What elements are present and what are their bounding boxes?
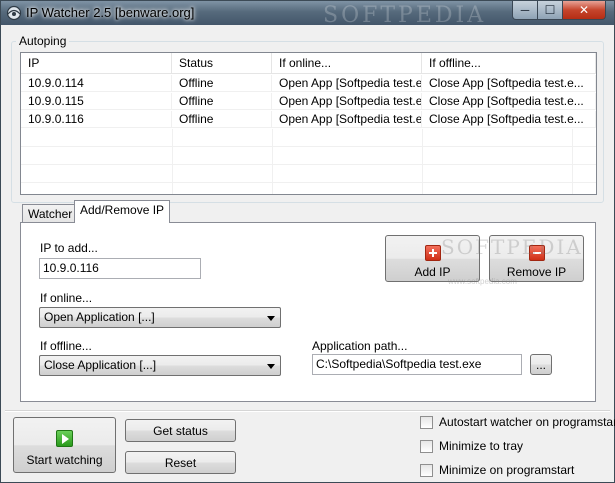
start-watching-button[interactable]: Start watching — [13, 417, 116, 473]
ip-list[interactable]: IP Status If online... If offline... 10.… — [20, 52, 597, 195]
ip-input[interactable]: 10.9.0.116 — [39, 258, 201, 279]
tab-add-remove-ip[interactable]: Add/Remove IP — [74, 200, 171, 223]
if-online-value: Open Application [...] — [44, 310, 155, 324]
divider — [5, 410, 610, 412]
app-window: IP Watcher 2.5 [benware.org] SOFTPEDIA ─… — [0, 0, 615, 483]
browse-button[interactable]: ... — [530, 354, 552, 375]
minimize-button[interactable]: ─ — [512, 1, 538, 20]
get-status-button[interactable]: Get status — [125, 419, 236, 442]
watermark: SOFTPEDIA — [323, 3, 487, 28]
reset-button[interactable]: Reset — [125, 451, 236, 474]
minimize-to-tray-checkbox-box[interactable] — [420, 439, 433, 453]
ip-to-add-label: IP to add... — [40, 241, 98, 255]
close-button[interactable]: ✕ — [562, 1, 606, 20]
minimize-to-tray-label: Minimize to tray — [439, 439, 524, 453]
chevron-down-icon — [267, 316, 275, 321]
application-path-label: Application path... — [312, 339, 408, 353]
maximize-button[interactable]: ☐ — [537, 1, 563, 20]
minimize-on-start-checkbox[interactable]: Minimize on programstart — [420, 463, 574, 477]
autostart-checkbox-box[interactable] — [420, 415, 433, 429]
chevron-down-icon — [267, 364, 275, 369]
if-offline-select[interactable]: Close Application [...] — [39, 355, 281, 376]
if-online-select[interactable]: Open Application [...] — [39, 307, 281, 328]
minimize-on-start-label: Minimize on programstart — [439, 463, 575, 477]
application-path-input[interactable]: C:\Softpedia\Softpedia test.exe — [312, 354, 522, 375]
panel-watermark-url: www.softpedia.com — [448, 277, 517, 286]
title-bar[interactable]: IP Watcher 2.5 [benware.org] SOFTPEDIA ─… — [1, 1, 614, 28]
add-ip-label: Add IP — [414, 265, 451, 279]
autoping-legend: Autoping — [16, 34, 70, 48]
if-offline-label: If offline... — [40, 339, 92, 353]
list-gridlines — [21, 129, 596, 194]
panel-watermark: SOFTPEDIA — [441, 235, 583, 259]
window-title: IP Watcher 2.5 [benware.org] — [26, 5, 195, 20]
plus-icon — [424, 245, 441, 261]
start-watching-label: Start watching — [26, 453, 103, 467]
app-icon — [6, 5, 22, 21]
autostart-checkbox[interactable]: Autostart watcher on programstart — [420, 415, 615, 429]
play-icon — [56, 430, 73, 447]
autostart-label: Autostart watcher on programstart — [439, 415, 615, 429]
if-offline-value: Close Application [...] — [44, 358, 157, 372]
minimize-on-start-checkbox-box[interactable] — [420, 463, 433, 477]
minimize-to-tray-checkbox[interactable]: Minimize to tray — [420, 439, 523, 453]
if-online-label: If online... — [40, 291, 93, 305]
